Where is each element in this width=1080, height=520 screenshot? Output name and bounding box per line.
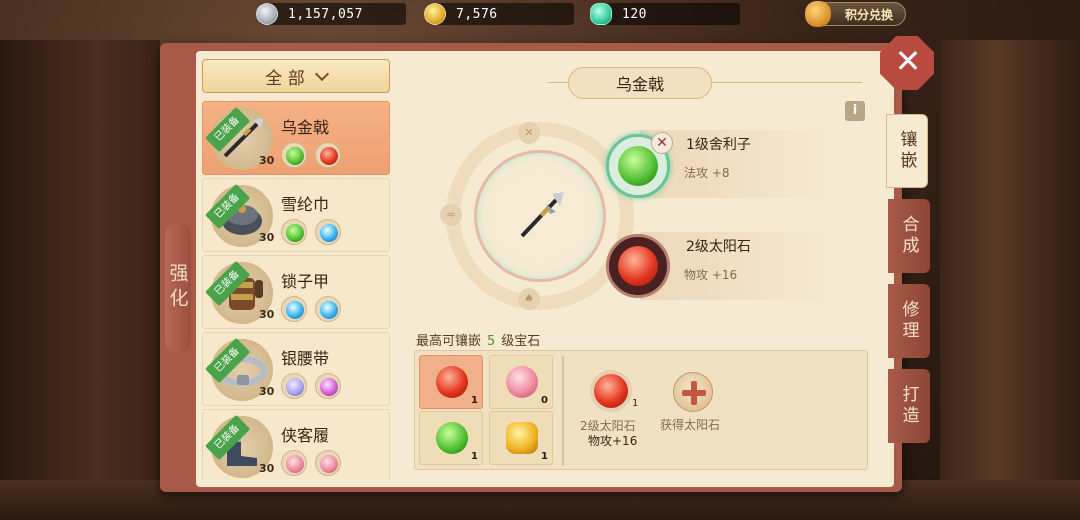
max-level: 5 <box>487 334 496 349</box>
tab-synthesize[interactable]: 合成 <box>888 199 930 273</box>
gem-slot <box>315 450 341 476</box>
max-prefix: 最高可镶嵌 <box>416 334 482 349</box>
socket-info: 2级太阳石 物攻 +16 <box>640 232 840 300</box>
obtain-gem-label: 获得太阳石 <box>660 418 721 432</box>
cell-count: 1 <box>471 395 478 406</box>
equipment-item[interactable]: 已装备 30 乌金戟 <box>202 101 390 175</box>
points-exchange-button[interactable]: 积分兑换 <box>805 1 906 27</box>
equipment-list: 全 部 已装备 30 乌金戟 已装备 30 雪纶巾 已装备 30 锁子甲 已装备… <box>202 56 392 480</box>
socket-gem-name: 1级舍利子 <box>686 137 751 153</box>
item-level: 30 <box>259 385 275 398</box>
jade-icon <box>590 3 612 25</box>
cell-count: 0 <box>541 395 548 406</box>
item-name: 侠客履 <box>281 426 330 445</box>
gem-slot <box>315 142 341 168</box>
jade-value: 120 <box>622 6 647 22</box>
background-left <box>0 40 160 520</box>
gold-value: 7,576 <box>456 6 498 22</box>
silver-coin-icon <box>256 3 278 25</box>
silver-value: 1,157,057 <box>288 6 363 22</box>
blue-gem-icon <box>320 301 338 319</box>
tab-repair[interactable]: 修理 <box>888 284 930 358</box>
tab-strengthen[interactable]: 强化 <box>165 223 191 353</box>
equipment-title: 乌金戟 <box>568 67 712 99</box>
socket-gem-stat: 物攻 +16 <box>684 268 738 282</box>
inventory-cell[interactable]: 1 <box>419 411 483 465</box>
inventory-cell[interactable]: 1 <box>419 355 483 409</box>
item-name: 银腰带 <box>281 349 330 368</box>
exchange-label: 积分兑换 <box>844 7 893 22</box>
sun-stone-icon <box>436 366 468 398</box>
gem-slot <box>281 450 307 476</box>
item-name: 锁子甲 <box>281 272 330 291</box>
remove-gem-button[interactable]: ✕ <box>651 132 673 154</box>
rune-icon: ♠ <box>518 288 540 310</box>
sun-stone-icon <box>594 374 628 408</box>
filter-label: 全 部 <box>265 68 305 89</box>
silver-currency: 1,157,057 <box>256 3 406 25</box>
gem-slot <box>281 373 307 399</box>
item-level: 30 <box>259 231 275 244</box>
blue-gem-icon <box>320 224 338 242</box>
blue-gem-icon <box>286 301 304 319</box>
pink-gem-icon <box>320 378 338 396</box>
title-divider-left <box>548 82 568 83</box>
green-gem-icon <box>286 224 304 242</box>
selected-count: 1 <box>632 398 639 409</box>
gem-slot <box>315 296 341 322</box>
equipment-item[interactable]: 已装备 30 雪纶巾 <box>202 178 390 252</box>
item-name: 乌金戟 <box>281 118 330 137</box>
selected-gem[interactable] <box>590 370 632 412</box>
gem-slot <box>315 219 341 245</box>
green-gem-icon <box>286 147 304 165</box>
selected-gem-stat: 物攻+16 <box>588 434 638 448</box>
yellow-gem-icon <box>506 422 538 454</box>
item-name: 雪纶巾 <box>281 195 330 214</box>
rune-icon: ≈ <box>440 204 462 226</box>
jade-currency: 120 <box>590 3 740 25</box>
inventory-divider <box>562 356 564 466</box>
item-level: 30 <box>259 462 275 475</box>
cell-count: 1 <box>541 451 548 462</box>
red-gem-icon <box>320 147 338 165</box>
title-divider-right <box>712 82 862 83</box>
equipment-item[interactable]: 已装备 30 锁子甲 <box>202 255 390 329</box>
socket-gem-stat: 法攻 +8 <box>684 166 730 180</box>
item-level: 30 <box>259 308 275 321</box>
moon-gem-icon <box>286 378 304 396</box>
rose-gem-icon <box>286 455 304 473</box>
gem-socket[interactable] <box>606 234 670 298</box>
halberd-icon <box>520 192 564 238</box>
gem-slot <box>281 142 307 168</box>
gem-slot <box>315 373 341 399</box>
red-gem-icon <box>618 246 658 286</box>
socket-gem-name: 2级太阳石 <box>686 239 751 255</box>
gem-slot <box>281 296 307 322</box>
obtain-gem-button[interactable] <box>673 372 713 412</box>
chevron-down-icon <box>314 66 329 81</box>
rune-icon: ✕ <box>518 122 540 144</box>
item-level: 30 <box>259 154 275 167</box>
inventory-cell[interactable]: 1 <box>489 411 553 465</box>
info-icon[interactable]: i <box>845 101 865 121</box>
equipment-item[interactable]: 已装备 30 侠客履 <box>202 409 390 480</box>
close-icon[interactable]: ✕ <box>893 44 923 78</box>
filter-dropdown[interactable]: 全 部 <box>202 59 390 93</box>
inventory-cell[interactable]: 0 <box>489 355 553 409</box>
max-level-label: 最高可镶嵌 5 级宝石 <box>416 330 540 349</box>
gold-coin-icon <box>424 3 446 25</box>
rose-gem-icon <box>320 455 338 473</box>
tab-inlay[interactable]: 镶嵌 <box>886 114 928 188</box>
money-bag-icon <box>805 1 831 27</box>
equipment-item[interactable]: 已装备 30 银腰带 <box>202 332 390 406</box>
green-gem-icon <box>618 146 658 186</box>
background-right <box>940 40 1080 520</box>
green-gem-icon <box>436 422 468 454</box>
rose-gem-icon <box>506 366 538 398</box>
gold-currency: 7,576 <box>424 3 574 25</box>
cell-count: 1 <box>471 451 478 462</box>
gem-slot <box>281 219 307 245</box>
tab-forge[interactable]: 打造 <box>888 369 930 443</box>
max-suffix: 级宝石 <box>501 334 541 349</box>
